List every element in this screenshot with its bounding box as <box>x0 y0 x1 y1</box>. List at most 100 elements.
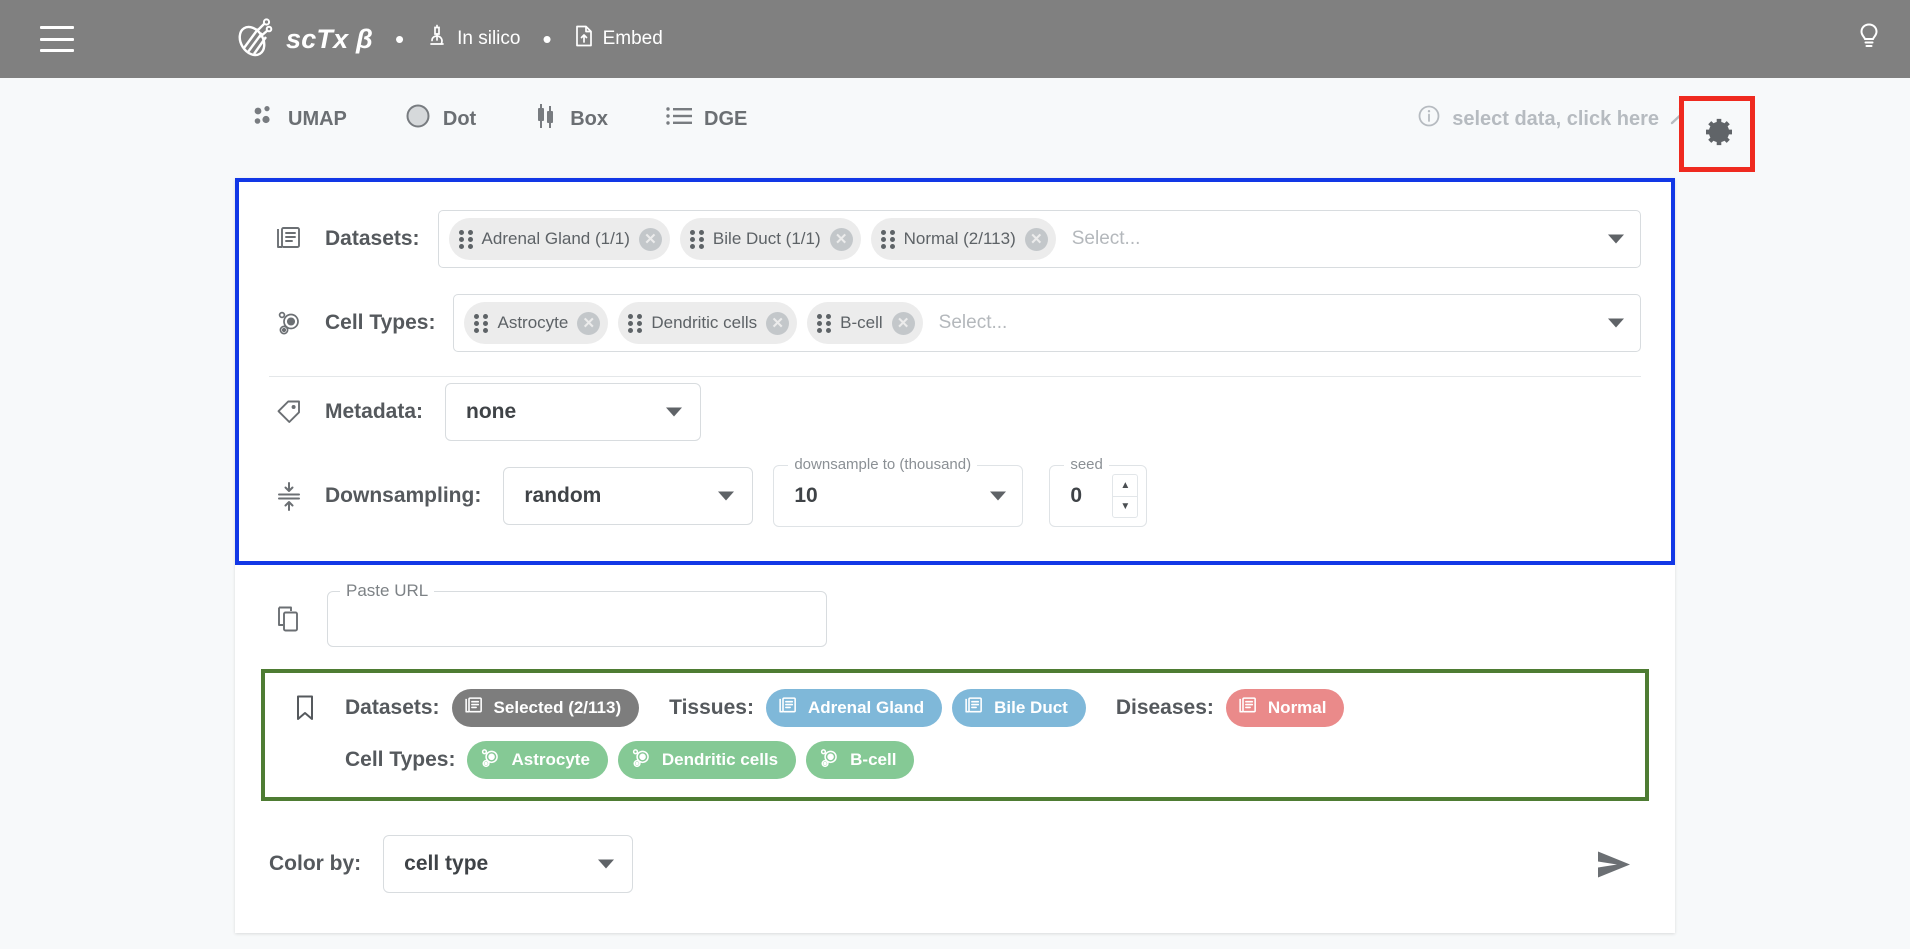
summary-tissue-pill-label: Adrenal Gland <box>807 698 925 717</box>
seed-increment-icon[interactable]: ▲ <box>1113 475 1138 497</box>
library-books-icon <box>778 696 798 721</box>
datasets-label: Datasets: <box>325 227 420 250</box>
summary-diseases-label: Diseases: <box>1115 696 1214 719</box>
tab-dge-label: DGE <box>704 107 748 130</box>
drag-handle-icon[interactable] <box>474 314 489 333</box>
tag-icon <box>269 398 309 426</box>
chip-label: B-cell <box>840 313 883 332</box>
brand-group: scTx β • In silico • Embed <box>232 17 663 61</box>
seed-value: 0 <box>1070 484 1083 507</box>
list-lines-icon <box>666 106 693 132</box>
umap-scatter-icon <box>252 105 276 133</box>
color-by-select[interactable]: cell type <box>383 835 634 893</box>
summary-tissue-pill[interactable]: Bile Duct <box>952 689 1086 727</box>
embed-document-icon <box>574 24 594 54</box>
tab-dge[interactable]: DGE <box>666 106 747 132</box>
hamburger-menu-icon[interactable] <box>40 26 74 52</box>
chip-remove-icon[interactable]: ✕ <box>1024 227 1048 251</box>
downsampling-method-value: random <box>524 484 602 507</box>
nav-item-in-silico[interactable]: In silico <box>426 24 520 54</box>
downsample-amount-value: 10 <box>794 484 818 507</box>
chip-remove-icon[interactable]: ✕ <box>577 311 601 335</box>
summary-cell-type-pill-label: B-cell <box>850 750 897 769</box>
chip-remove-icon[interactable]: ✕ <box>891 311 915 335</box>
cell-type-chip[interactable]: Dendritic cells ✕ <box>618 302 798 344</box>
tab-box-label: Box <box>570 107 609 130</box>
app-title: scTx β <box>286 23 373 54</box>
chip-remove-icon[interactable]: ✕ <box>766 311 790 335</box>
metadata-label: Metadata: <box>325 400 424 423</box>
metadata-value: none <box>466 400 517 423</box>
summary-datasets-pill[interactable]: Selected (2/113) <box>451 689 640 727</box>
lightbulb-icon[interactable] <box>1856 22 1882 57</box>
info-circle-icon <box>1417 104 1441 134</box>
select-data-hint-label: select data, click here <box>1452 107 1659 130</box>
copy-icon <box>269 604 309 634</box>
summary-cell-type-pill[interactable]: B-cell <box>806 741 915 779</box>
seed-decrement-icon[interactable]: ▼ <box>1113 497 1137 518</box>
summary-cell-types-label: Cell Types: <box>345 748 456 771</box>
downsample-amount-field[interactable]: downsample to (thousand) 10 <box>773 456 1024 527</box>
cell-types-multiselect[interactable]: Astrocyte ✕ Dendritic cells ✕ B-cell ✕ S… <box>453 294 1641 352</box>
chevron-down-icon[interactable] <box>990 491 1007 501</box>
drag-handle-icon[interactable] <box>817 314 832 333</box>
settings-button[interactable] <box>1679 96 1755 172</box>
paste-url-input[interactable]: Paste URL <box>327 581 827 647</box>
seed-field[interactable]: seed 0 ▲ ▼ <box>1049 456 1148 527</box>
nav-item-embed-label: Embed <box>602 28 663 49</box>
downsample-amount-legend: downsample to (thousand) <box>788 456 978 473</box>
summary-disease-pill[interactable]: Normal <box>1225 689 1345 727</box>
cell-types-label: Cell Types: <box>325 311 436 334</box>
chevron-down-icon[interactable] <box>718 491 735 501</box>
separator-dot-1: • <box>395 24 405 54</box>
cell-type-chip[interactable]: B-cell ✕ <box>807 302 923 344</box>
dataset-chip[interactable]: Bile Duct (1/1) ✕ <box>679 218 861 260</box>
select-data-hint: select data, click here <box>1417 104 1700 134</box>
chevron-down-icon[interactable] <box>1608 318 1624 328</box>
datasets-multiselect[interactable]: Adrenal Gland (1/1) ✕ Bile Duct (1/1) ✕ … <box>437 210 1641 268</box>
drag-handle-icon[interactable] <box>628 314 643 333</box>
metadata-select[interactable]: none <box>445 383 702 441</box>
summary-disease-pill-label: Normal <box>1267 698 1327 717</box>
tab-box[interactable]: Box <box>534 103 608 135</box>
panel-divider <box>269 376 1641 377</box>
color-by-label: Color by: <box>269 852 362 875</box>
dataset-chip[interactable]: Adrenal Gland (1/1) ✕ <box>448 218 670 260</box>
tab-umap-label: UMAP <box>288 107 347 130</box>
nav-item-embed[interactable]: Embed <box>574 24 663 54</box>
chevron-down-icon[interactable] <box>666 407 683 417</box>
chip-remove-icon[interactable]: ✕ <box>638 227 662 251</box>
bookmark-icon <box>285 693 325 723</box>
submit-button[interactable] <box>1595 848 1633 887</box>
downsampling-method-select[interactable]: random <box>503 467 754 525</box>
chevron-down-icon[interactable] <box>598 859 615 869</box>
microscope-icon <box>426 24 448 54</box>
cell-type-chip[interactable]: Astrocyte ✕ <box>464 302 609 344</box>
drag-handle-icon[interactable] <box>689 230 704 249</box>
boxplot-icon <box>534 103 558 135</box>
seed-legend: seed <box>1064 456 1109 473</box>
tab-dot[interactable]: Dot <box>405 103 476 135</box>
summary-cell-type-pill[interactable]: Astrocyte <box>467 741 608 779</box>
datasets-placeholder: Select... <box>1071 228 1141 249</box>
sctx-logo-icon <box>232 17 276 61</box>
drag-handle-icon[interactable] <box>458 230 473 249</box>
summary-tissue-pill[interactable]: Adrenal Gland <box>765 689 943 727</box>
chip-remove-icon[interactable]: ✕ <box>829 227 853 251</box>
datasets-row: Datasets: Adrenal Gland (1/1) ✕ Bile Duc… <box>269 208 1641 270</box>
tab-umap[interactable]: UMAP <box>252 105 347 133</box>
selection-summary-box: Datasets: Selected (2/113) Tissues: Adre… <box>261 669 1649 801</box>
library-books-icon <box>1238 696 1258 721</box>
library-books-icon <box>464 696 484 721</box>
summary-cell-type-pill-label: Astrocyte <box>511 750 590 769</box>
color-by-value: cell type <box>404 852 489 875</box>
color-by-row: Color by: cell type <box>235 801 1675 933</box>
summary-line-cell-types: Cell Types: Astrocyte Dendritic cells B-… <box>285 741 1625 779</box>
chip-label: Dendritic cells <box>651 313 758 332</box>
chevron-down-icon[interactable] <box>1608 234 1624 244</box>
paste-url-legend: Paste URL <box>340 581 435 601</box>
drag-handle-icon[interactable] <box>880 230 895 249</box>
seed-stepper[interactable]: ▲ ▼ <box>1112 474 1139 518</box>
dataset-chip[interactable]: Normal (2/113) ✕ <box>870 218 1056 260</box>
summary-cell-type-pill[interactable]: Dendritic cells <box>617 741 797 779</box>
